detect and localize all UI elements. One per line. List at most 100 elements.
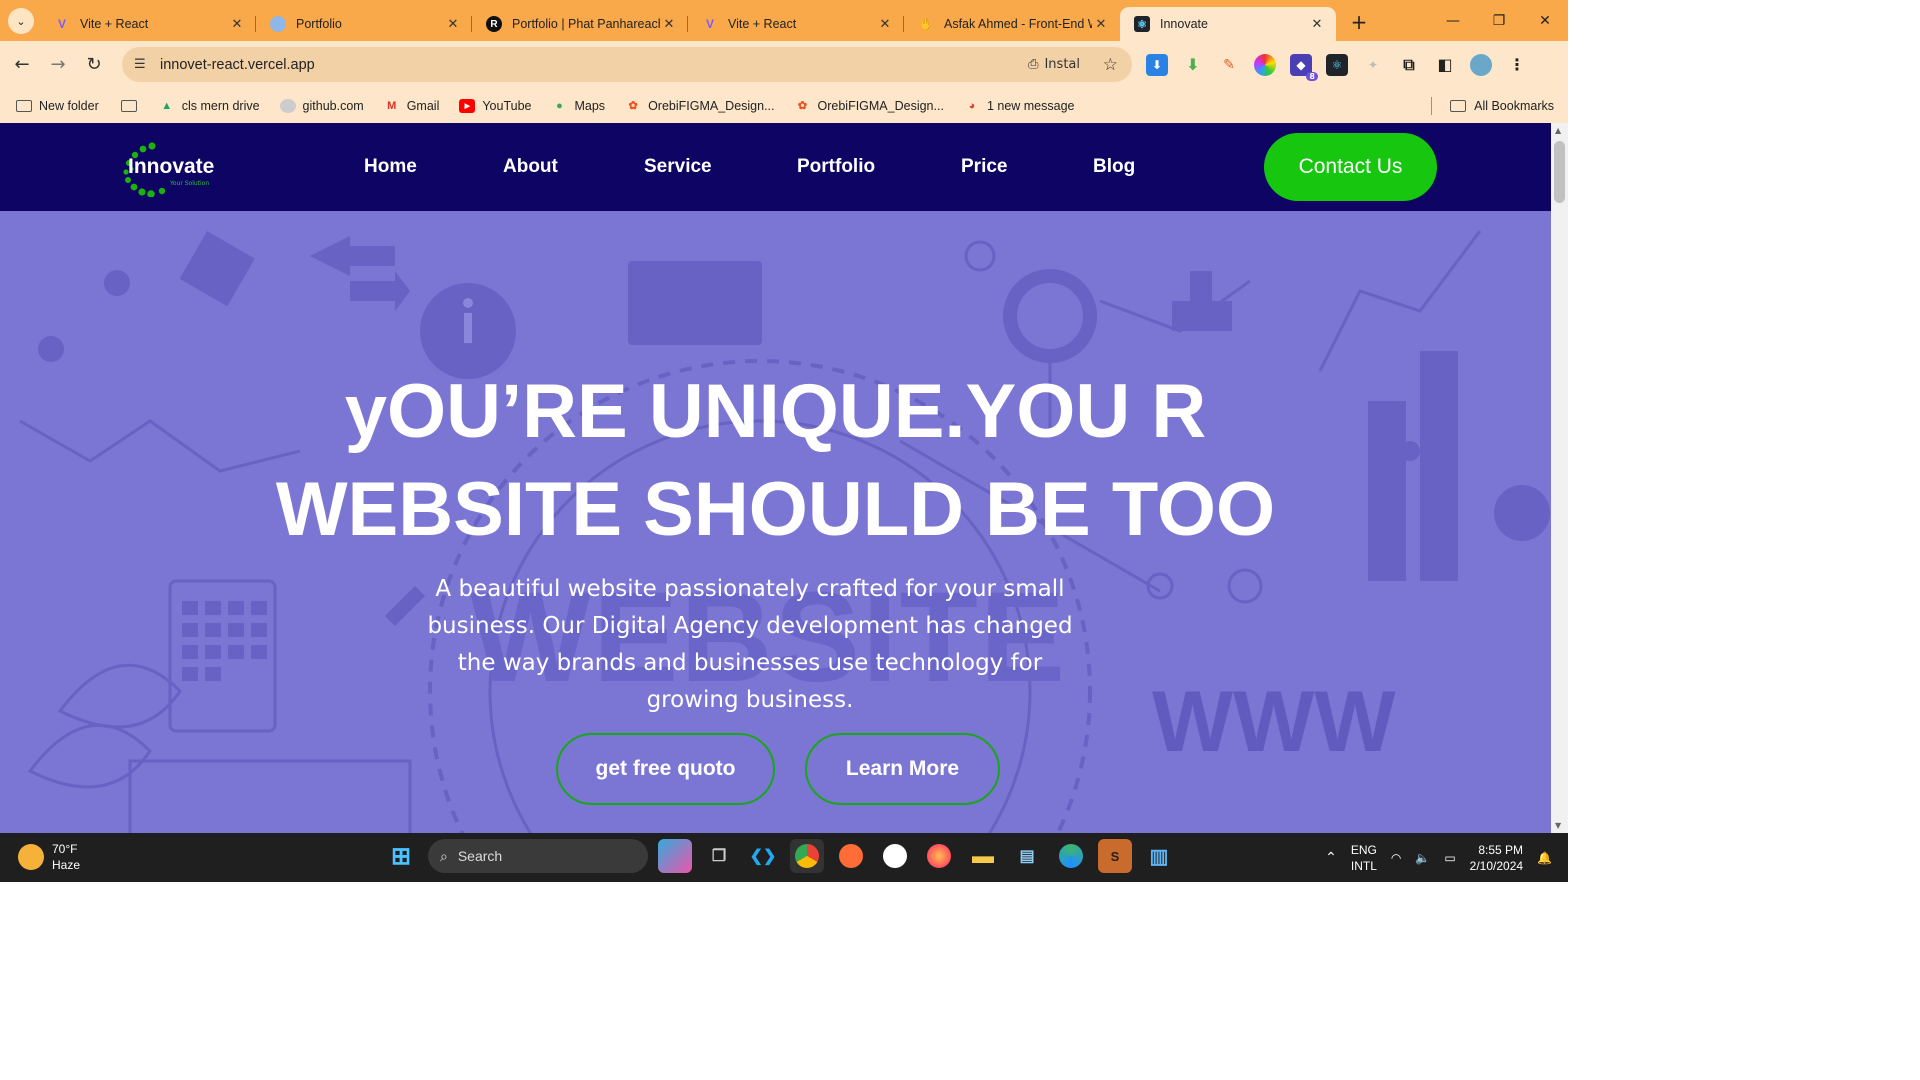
bookmark-star-icon[interactable]: ☆ — [1103, 55, 1118, 75]
figma-icon: ✿ — [797, 100, 808, 112]
nav-blog[interactable]: Blog — [1093, 156, 1135, 178]
close-icon[interactable]: ✕ — [876, 16, 894, 32]
download-extension-icon[interactable]: ⬇ — [1146, 53, 1168, 76]
close-window-icon[interactable]: ✕ — [1522, 0, 1568, 41]
battery-icon[interactable]: ▭ — [1444, 851, 1455, 865]
bookmark-label: github.com — [302, 98, 364, 113]
bookmark-new-folder[interactable]: New folder — [16, 99, 99, 113]
learn-more-button[interactable]: Learn More — [805, 733, 1000, 805]
chrome-icon[interactable] — [790, 839, 824, 873]
close-icon[interactable]: ✕ — [1092, 16, 1110, 32]
tab-phat-panhareach[interactable]: R Portfolio | Phat Panhareach ✕ — [472, 7, 688, 41]
sublime-icon[interactable]: S — [1098, 839, 1132, 873]
forward-button[interactable]: → — [40, 47, 76, 83]
url-text[interactable]: innovet-react.vercel.app — [160, 57, 315, 73]
bookmark-cls-mern-drive[interactable]: ▲ cls mern drive — [159, 98, 260, 113]
hero-title-line2: WEBSITE SHOULD BE TOO — [275, 467, 1276, 552]
scrollbar-thumb[interactable] — [1554, 141, 1565, 203]
reload-icon: ↻ — [86, 54, 102, 75]
puzzle-extensions-icon[interactable]: ⧉ — [1398, 54, 1420, 76]
site-info-icon[interactable]: ☰ — [134, 57, 156, 72]
contact-us-button[interactable]: Contact Us — [1264, 133, 1437, 201]
bookmark-figma-1[interactable]: ✿ OrebiFIGMA_Design... — [625, 99, 774, 113]
scroll-down-icon[interactable]: ▼ — [1555, 821, 1561, 830]
back-button[interactable]: ← — [4, 47, 40, 83]
bookmark-github[interactable]: github.com — [279, 98, 364, 113]
address-bar[interactable]: ☰ innovet-react.vercel.app ⎙ Instal ☆ — [122, 47, 1132, 82]
tab-asfak-ahmed[interactable]: ✋ Asfak Ahmed - Front-End W ✕ — [904, 7, 1120, 41]
r-logo-icon: R — [486, 16, 502, 32]
close-icon[interactable]: ✕ — [660, 16, 678, 32]
close-icon[interactable]: ✕ — [444, 16, 462, 32]
copilot-icon[interactable] — [658, 839, 692, 873]
mongodb-compass-icon[interactable] — [878, 839, 912, 873]
system-tray: ⌃ ENG INTL ◠ 🔈 ▭ 8:55 PM 2/10/2024 🔔 — [1325, 833, 1552, 882]
nav-home[interactable]: Home — [364, 156, 417, 178]
firefox-icon[interactable] — [922, 839, 956, 873]
file-explorer-icon[interactable]: ▬ — [966, 839, 1000, 873]
bookmark-gmail[interactable]: M Gmail — [384, 99, 439, 113]
chevron-down-icon: ⌄ — [16, 14, 26, 28]
color-wheel-extension-icon[interactable] — [1254, 53, 1276, 76]
tab-portfolio[interactable]: Portfolio ✕ — [256, 7, 472, 41]
bookmark-label: cls mern drive — [181, 98, 260, 113]
windows-start-icon[interactable]: ⊞ — [384, 839, 418, 873]
postman-icon[interactable] — [834, 839, 868, 873]
logo-wordmark[interactable]: Innovate — [128, 155, 214, 179]
wifi-icon[interactable]: ◠ — [1391, 851, 1401, 865]
volume-icon[interactable]: 🔈 — [1415, 851, 1430, 865]
notepad-icon[interactable]: ▥ — [1142, 839, 1176, 873]
edge-dev-icon[interactable] — [1054, 839, 1088, 873]
stack-extension-icon[interactable]: ◆ 8 — [1290, 53, 1318, 81]
tab-title: Innovate — [1160, 17, 1208, 31]
windows-taskbar: 70°F Haze ⊞ ⌕ Search ❐ ❮❯ ▬ ▤ S ▥ ⌃ ENG … — [0, 833, 1568, 882]
minimize-icon[interactable]: — — [1430, 0, 1476, 41]
hero-section: WEBSITE WWW yOU’RE UNIQUE.YOU R WEBSITE … — [0, 211, 1551, 833]
page-scrollbar[interactable]: ▲ ▼ — [1551, 123, 1568, 833]
avatar[interactable] — [1470, 53, 1492, 76]
chevron-up-icon[interactable]: ⌃ — [1325, 849, 1337, 866]
all-bookmarks[interactable]: All Bookmarks — [1431, 96, 1554, 115]
ghost-extension-icon[interactable]: ✦ — [1362, 54, 1384, 76]
hero-title-line1: yOU’RE UNIQUE.YOU R — [344, 369, 1207, 454]
close-icon[interactable]: ✕ — [228, 16, 246, 32]
folder-icon — [120, 99, 137, 112]
task-view-icon[interactable]: ❐ — [702, 839, 736, 873]
react-icon: ⚛ — [1134, 16, 1150, 32]
tab-innovate[interactable]: ⚛ Innovate ✕ — [1120, 7, 1336, 41]
notification-bell-icon[interactable]: 🔔 — [1537, 851, 1552, 865]
side-panel-icon[interactable]: ◧ — [1434, 54, 1456, 76]
message-icon: ◕ — [968, 99, 976, 112]
color-picker-extension-icon[interactable]: ✎ — [1218, 54, 1240, 76]
nav-about[interactable]: About — [503, 156, 558, 178]
figma-icon: ✿ — [628, 100, 638, 112]
tab-search-button[interactable]: ⌄ — [8, 8, 34, 34]
green-arrow-extension-icon[interactable]: ⬇ — [1182, 54, 1204, 76]
react-devtools-icon[interactable]: ⚛ — [1326, 53, 1348, 76]
bookmark-maps[interactable]: ● Maps — [551, 99, 605, 113]
close-icon[interactable]: ✕ — [1308, 16, 1326, 32]
tab-vite-react-2[interactable]: V Vite + React ✕ — [688, 7, 904, 41]
tab-vite-react-1[interactable]: V Vite + React ✕ — [40, 7, 256, 41]
install-app-button[interactable]: ⎙ Instal — [1028, 57, 1080, 72]
bookmark-new-message[interactable]: ◕ 1 new message — [964, 99, 1075, 113]
clock[interactable]: 8:55 PM 2/10/2024 — [1470, 842, 1523, 874]
get-free-quote-button[interactable]: get free quoto — [556, 733, 775, 805]
new-tab-button[interactable]: + — [1344, 7, 1374, 37]
bookmark-figma-2[interactable]: ✿ OrebiFIGMA_Design... — [795, 99, 944, 113]
menu-dots-icon[interactable]: ⋮ — [1506, 54, 1528, 76]
bookmark-youtube[interactable]: ▶ YouTube — [459, 98, 531, 113]
bookmark-folder[interactable] — [120, 99, 137, 112]
reload-button[interactable]: ↻ — [76, 47, 112, 83]
extension-badge: 8 — [1306, 71, 1318, 81]
language-indicator[interactable]: ENG INTL — [1351, 842, 1377, 874]
nav-service[interactable]: Service — [644, 156, 712, 178]
nav-price[interactable]: Price — [961, 156, 1007, 178]
vscode-icon[interactable]: ❮❯ — [746, 839, 780, 873]
resource-monitor-icon[interactable]: ▤ — [1010, 839, 1044, 873]
taskbar-search[interactable]: ⌕ Search — [428, 839, 648, 873]
weather-widget[interactable]: 70°F Haze — [18, 841, 80, 873]
restore-icon[interactable]: ❐ — [1476, 0, 1522, 41]
nav-portfolio[interactable]: Portfolio — [797, 156, 875, 178]
scroll-up-icon[interactable]: ▲ — [1555, 126, 1561, 135]
